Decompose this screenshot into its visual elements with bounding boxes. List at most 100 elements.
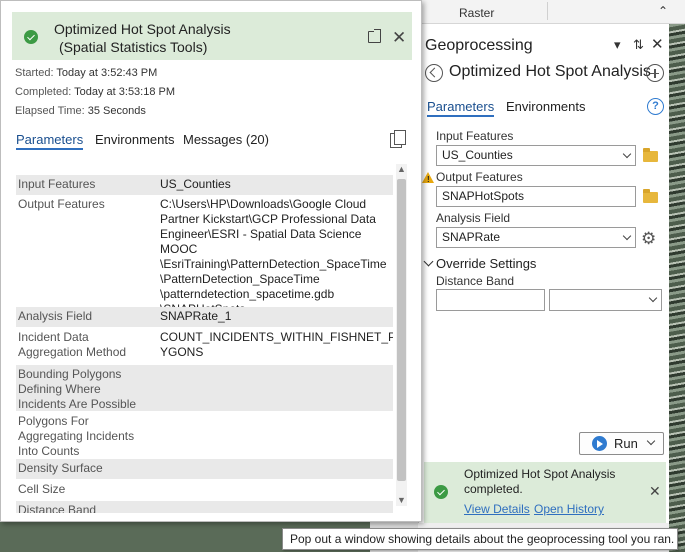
param-key-line: Incidents Are Possible	[18, 397, 137, 411]
tool-title: Optimized Hot Spot Analysis	[449, 63, 651, 80]
popup-title: Optimized Hot Spot Analysis	[54, 21, 231, 37]
add-icon[interactable]	[646, 64, 664, 82]
popup-subtitle: (Spatial Statistics Tools)	[59, 39, 208, 55]
popout-icon[interactable]	[368, 29, 381, 43]
scroll-down-icon[interactable]: ▼	[397, 495, 406, 505]
param-key-line: Defining Where	[18, 382, 101, 396]
output-path-line: C:\Users\HP\Downloads\Google Cloud	[160, 197, 367, 211]
started-label: Started:	[15, 67, 54, 79]
close-pane-icon[interactable]: ✕	[651, 35, 664, 53]
output-path-line: \patterndetection_spacetime.gdb	[160, 287, 335, 301]
param-value-line: COUNT_INCIDENTS_WITHIN_FISHNET_POL	[160, 330, 393, 344]
table-row: Bounding Polygons Defining Where Inciden…	[16, 365, 393, 411]
param-key-line: Bounding Polygons	[18, 367, 122, 381]
param-key: Analysis Field	[18, 309, 93, 323]
param-value: COUNT_INCIDENTS_WITHIN_FISHNET_POL YGONS	[160, 330, 393, 360]
analysis-field-label: Analysis Field	[436, 211, 511, 225]
elapsed-row: Elapsed Time: 35 Seconds	[15, 105, 146, 117]
chevron-down-icon[interactable]	[648, 293, 658, 303]
started-row: Started: Today at 3:52:43 PM	[15, 67, 157, 79]
help-icon[interactable]: ?	[647, 98, 664, 115]
run-label[interactable]: Run	[614, 436, 638, 451]
param-key: Input Features	[18, 177, 96, 191]
pin-icon[interactable]: ⇅	[633, 37, 644, 53]
folder-icon[interactable]	[643, 189, 658, 203]
output-path-line: Partner Kickstart\GCP Professional Data	[160, 212, 376, 226]
folder-icon[interactable]	[643, 148, 658, 162]
output-path-line: Engineer\ESRI - Spatial Data Science MOO…	[160, 227, 362, 256]
elapsed-value: 35 Seconds	[87, 105, 146, 117]
output-features-value: SNAPHotSpots	[442, 189, 525, 203]
close-icon[interactable]: ✕	[392, 28, 406, 48]
view-details-link[interactable]: View Details	[464, 502, 530, 516]
distance-band-label: Distance Band	[436, 274, 515, 288]
completed-label: Completed:	[15, 86, 72, 98]
output-path-line: \PatternDetection_SpaceTime	[160, 272, 320, 286]
param-value: US_Counties	[160, 177, 231, 191]
param-value: SNAPRate_1	[160, 309, 232, 323]
override-settings-header[interactable]: Override Settings	[436, 256, 536, 271]
param-key-line: Into Counts	[18, 444, 80, 458]
geoprocessing-pane-title: Geoprocessing	[425, 37, 533, 54]
param-key-line: Aggregating Incidents	[18, 429, 135, 443]
scroll-up-icon[interactable]: ▲	[397, 164, 406, 174]
success-check-icon	[434, 485, 448, 499]
param-value-line: YGONS	[160, 345, 204, 359]
chevron-down-icon[interactable]	[622, 149, 632, 159]
distance-unit-combo[interactable]	[549, 289, 662, 311]
collapse-ribbon-icon[interactable]: ⌃	[658, 4, 668, 18]
input-features-label: Input Features	[436, 129, 514, 143]
completed-value: Today at 3:53:18 PM	[74, 86, 176, 98]
open-history-link[interactable]: Open History	[534, 502, 604, 516]
copy-icon[interactable]	[390, 130, 406, 148]
param-key: Output Features	[18, 197, 105, 211]
table-row: Output Features C:\Users\HP\Downloads\Go…	[16, 195, 393, 316]
output-features-input[interactable]: SNAPHotSpots	[436, 186, 636, 207]
gp-tab-environments[interactable]: Environments	[506, 99, 585, 114]
input-features-value: US_Counties	[442, 148, 513, 162]
tooltip: Pop out a window showing details about t…	[282, 528, 678, 550]
param-key: Bounding Polygons Defining Where Inciden…	[18, 367, 148, 412]
table-row: Cell Size	[16, 480, 393, 500]
table-row: Distance Band	[16, 501, 393, 513]
scrollbar-thumb[interactable]	[397, 179, 406, 481]
map-background	[669, 0, 685, 552]
warning-mark: !	[427, 175, 430, 184]
tab-parameters[interactable]: Parameters	[16, 132, 84, 150]
close-icon[interactable]: ✕	[649, 483, 661, 500]
analysis-field-combo[interactable]: SNAPRate	[436, 227, 636, 248]
ribbon-divider	[547, 2, 548, 20]
param-key: Distance Band	[18, 503, 97, 513]
output-path-line: \EsriTraining\PatternDetection_SpaceTime	[160, 257, 387, 271]
analysis-field-value: SNAPRate	[442, 230, 501, 244]
param-key-line: Incident Data	[18, 330, 89, 344]
pane-options-icon[interactable]: ▾	[614, 37, 621, 53]
input-features-combo[interactable]: US_Counties	[436, 145, 636, 166]
elapsed-label: Elapsed Time:	[15, 105, 85, 117]
param-key-line: Aggregation Method	[18, 345, 127, 359]
parameters-table: Input Features US_Counties Output Featur…	[16, 175, 393, 513]
ribbon-raster-group[interactable]: Raster	[459, 6, 494, 20]
param-key: Incident Data Aggregation Method	[18, 330, 148, 360]
param-key: Density Surface	[18, 461, 103, 475]
table-row: Input Features US_Counties	[16, 175, 393, 195]
run-icon[interactable]	[592, 436, 607, 451]
chevron-down-icon[interactable]	[622, 231, 632, 241]
param-value: C:\Users\HP\Downloads\Google Cloud Partn…	[160, 197, 393, 317]
table-row: Analysis Field SNAPRate_1	[16, 307, 393, 327]
completion-message: Optimized Hot Spot Analysis completed.	[464, 467, 616, 496]
back-arrow-icon[interactable]	[425, 64, 443, 82]
distance-band-input[interactable]	[436, 289, 545, 311]
param-key: Polygons For Aggregating Incidents Into …	[18, 414, 148, 459]
started-value: Today at 3:52:43 PM	[56, 67, 158, 79]
gear-icon[interactable]: ⚙	[641, 229, 656, 249]
success-check-icon	[24, 30, 38, 44]
gp-tab-parameters[interactable]: Parameters	[427, 99, 495, 117]
completed-row: Completed: Today at 3:53:18 PM	[15, 86, 175, 98]
tool-details-popup: Optimized Hot Spot Analysis (Spatial Sta…	[0, 0, 422, 522]
tab-messages[interactable]: Messages (20)	[183, 132, 269, 147]
table-row: Polygons For Aggregating Incidents Into …	[16, 412, 393, 458]
tab-environments[interactable]: Environments	[95, 132, 174, 147]
table-row: Density Surface	[16, 459, 393, 479]
output-features-label: Output Features	[436, 170, 523, 184]
